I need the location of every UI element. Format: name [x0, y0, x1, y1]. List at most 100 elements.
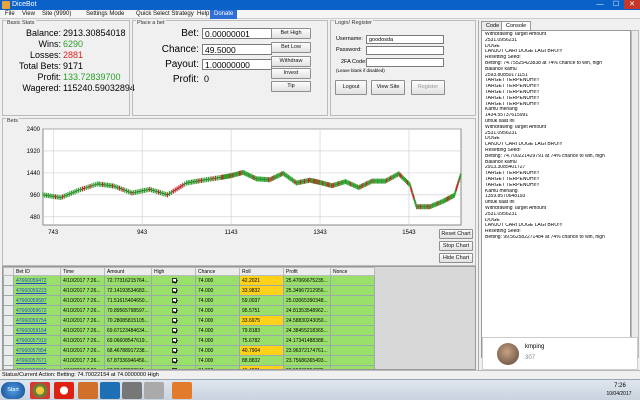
nonce-cell	[330, 335, 375, 346]
losses-value: 2881	[63, 50, 84, 60]
column-header[interactable]: Roll	[239, 267, 284, 276]
media-icon[interactable]	[100, 382, 120, 399]
taskbar: Start 7:26 10/04/2017	[0, 379, 640, 400]
menu-bar: File View Site (9990) Settings Mode Quic…	[0, 10, 640, 19]
invest-button[interactable]: Invest	[271, 68, 311, 79]
row-header[interactable]	[3, 315, 14, 326]
start-button[interactable]: Start	[1, 382, 25, 399]
tab-console[interactable]: Console	[501, 21, 532, 30]
column-header[interactable]: Time	[60, 267, 105, 276]
table-row[interactable]: 47660059164 4/10/2017 7:26... 69.671234846…	[3, 325, 375, 336]
bet-id-cell[interactable]: 47660057910	[13, 335, 61, 346]
bet-id-cell[interactable]: 47660059587	[13, 295, 61, 306]
row-header[interactable]	[3, 325, 14, 336]
bets-chart-panel: Bets 2400 1920 1440 960 480 743 943 1143 1343 154…	[2, 118, 476, 266]
tip-button[interactable]: Tip	[271, 81, 311, 92]
chance-input[interactable]: 49.5000	[202, 44, 272, 55]
bet-low-button[interactable]: Bet Low	[271, 42, 311, 53]
balance-value: 2913.30854018	[63, 28, 126, 38]
close-button[interactable]: ✕	[624, 0, 640, 9]
menu-view[interactable]: View	[22, 11, 35, 17]
time-cell: 4/10/2017 7:26...	[60, 355, 105, 366]
opera-icon[interactable]	[54, 382, 74, 399]
logout-button[interactable]: Logout	[335, 80, 367, 95]
row-header[interactable]	[3, 295, 14, 306]
column-header[interactable]: High	[151, 267, 196, 276]
high-checkbox-cell	[151, 275, 196, 286]
table-row[interactable]: 47660059754 4/10/2017 7:26... 70.280858151…	[3, 315, 375, 326]
row-header[interactable]	[3, 335, 14, 346]
chrome-icon[interactable]	[30, 382, 50, 399]
bet-id-cell[interactable]: 47660059672	[13, 305, 61, 316]
stop-chart-button[interactable]: Stop Chart	[439, 241, 473, 251]
x-tick-label: 1543	[402, 230, 416, 236]
x-tick-label: 1143	[225, 230, 239, 236]
payout-input[interactable]: 1.00000000	[202, 59, 272, 70]
profit-cell: 25.47066675235...	[283, 275, 331, 286]
bet-id-cell[interactable]: 47660057854	[13, 345, 61, 356]
row-header[interactable]	[3, 305, 14, 316]
view-site-button[interactable]: View Site	[371, 80, 405, 95]
row-header[interactable]	[3, 275, 14, 286]
amount-cell: 71.51615404650...	[104, 295, 152, 306]
password-input[interactable]	[366, 46, 444, 55]
menu-file[interactable]: File	[5, 11, 15, 17]
menu-quick-select-strategy[interactable]: Quick Select Strategy	[136, 11, 194, 17]
roll-cell: 95.5751	[239, 305, 284, 316]
bet-id-cell[interactable]: 47660059754	[13, 315, 61, 326]
high-checkbox	[172, 288, 177, 293]
row-header[interactable]	[3, 285, 14, 296]
column-header[interactable]: Profit	[283, 267, 331, 276]
menu-donate[interactable]: Donate	[210, 10, 238, 19]
minimize-button[interactable]: —	[592, 0, 608, 9]
table-row[interactable]: 47660059672 4/10/2017 7:26... 70.895657985…	[3, 305, 375, 316]
column-header[interactable]: Amount	[104, 267, 152, 276]
avatar	[497, 343, 519, 365]
menu-help[interactable]: Help	[197, 11, 209, 17]
console-scrollbar[interactable]	[631, 30, 639, 358]
chat-notification[interactable]: kmping 307	[482, 337, 638, 370]
dicebot-taskbar-icon[interactable]	[172, 382, 192, 399]
bet-id-cell[interactable]: 47660059164	[13, 325, 61, 336]
app-icon-taskbar[interactable]	[122, 382, 142, 399]
bet-id-cell[interactable]: 47660059223	[13, 285, 61, 296]
amount-cell: 68.46788917238...	[104, 345, 152, 356]
bet-high-button[interactable]: Bet High	[271, 28, 311, 39]
row-header[interactable]	[3, 345, 14, 356]
column-header[interactable]: Nonce	[330, 267, 375, 276]
twofa-hint: (Leave blank if disabled)	[336, 68, 385, 73]
roll-cell: 33.6975	[239, 315, 284, 326]
console-line: Betting: 99.562582271484 at 74% chance t…	[485, 234, 605, 240]
bet-amount-input[interactable]: 0.00000001	[202, 28, 272, 39]
table-row[interactable]: 47660057910 4/10/2017 7:26... 69.066085476…	[3, 335, 375, 346]
register-button[interactable]: Register	[411, 80, 445, 95]
app-icon-taskbar[interactable]	[144, 382, 164, 399]
chance-cell: 74.000	[195, 355, 240, 366]
twofa-input[interactable]	[366, 58, 444, 67]
table-row[interactable]: 47660059587 4/10/2017 7:26... 71.516154046…	[3, 295, 375, 306]
bet-id-cell[interactable]: 47660057671	[13, 355, 61, 366]
profit-chart: 2400 1920 1440 960 480 743 943 1143 1343 1543	[27, 127, 462, 236]
withdraw-button[interactable]: Withdraw	[271, 56, 311, 67]
maximize-button[interactable]: ☐	[608, 0, 624, 9]
menu-settings-mode[interactable]: Settings Mode	[86, 11, 124, 17]
menu-site[interactable]: Site (9990)	[42, 11, 71, 17]
login-register-panel: Login/ Register Username: goodosda Passw…	[330, 20, 476, 116]
row-header[interactable]	[3, 355, 14, 366]
table-row[interactable]: 47660059223 4/10/2017 7:26... 72.141935346…	[3, 285, 375, 296]
column-header[interactable]: Chance	[195, 267, 240, 276]
column-header[interactable]: Bet ID	[13, 267, 61, 276]
hide-chart-button[interactable]: Hide Chart	[439, 253, 473, 263]
profit-label: Profit:	[172, 74, 199, 85]
table-row[interactable]: 47660057854 4/10/2017 7:26... 68.467889172…	[3, 345, 375, 356]
explorer-icon[interactable]	[78, 382, 98, 399]
table-row[interactable]: 47660057671 4/10/2017 7:26... 67.873369464…	[3, 355, 375, 366]
twofa-label: 2FA Code:	[341, 59, 367, 65]
username-input[interactable]: goodosda	[366, 35, 444, 44]
bet-id-cell[interactable]: 47660059472	[13, 275, 61, 286]
roll-cell: 40.7904	[239, 345, 284, 356]
high-checkbox-cell	[151, 355, 196, 366]
reset-chart-button[interactable]: Reset Chart	[439, 229, 473, 239]
table-row[interactable]: 47660059472 4/10/2017 7:26... 72.773162157…	[3, 275, 375, 286]
profit-cell: 24.17341488388...	[283, 335, 331, 346]
